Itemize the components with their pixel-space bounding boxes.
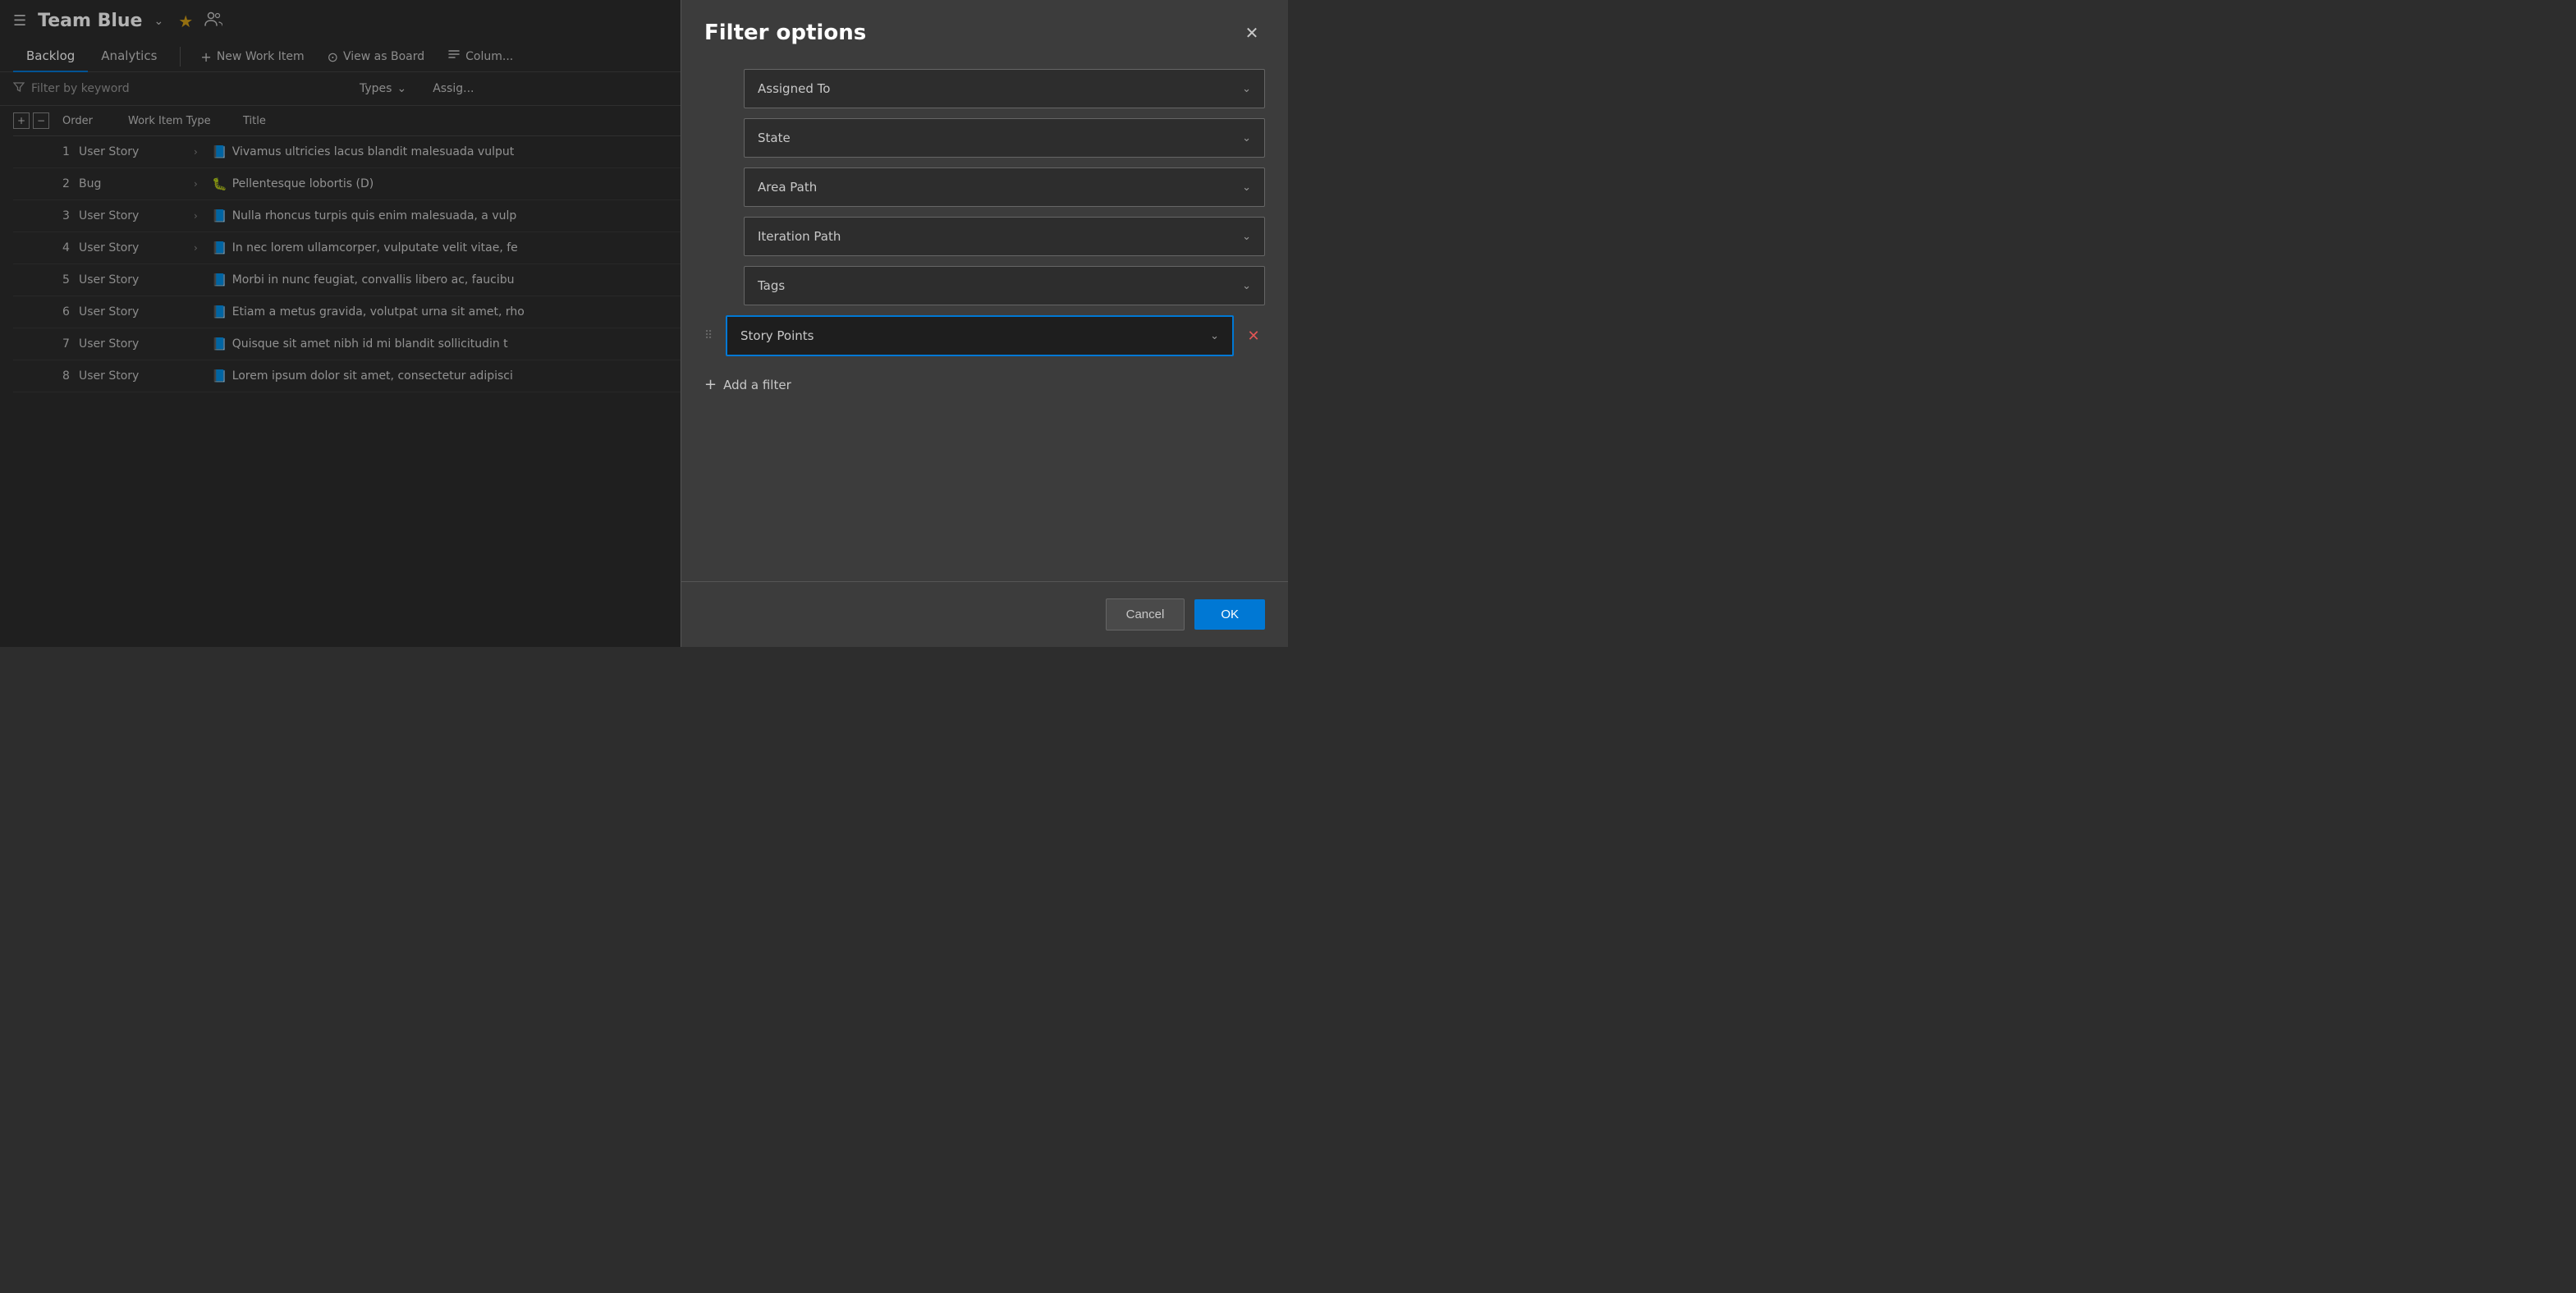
tags-dropdown[interactable]: Tags ⌄ [744,266,1265,305]
iteration-path-chevron-icon: ⌄ [1242,231,1251,243]
story-points-chevron-icon: ⌄ [1210,330,1219,342]
drag-handle-icon[interactable]: ⠿ [704,329,717,342]
assigned-to-chevron-icon: ⌄ [1242,83,1251,95]
story-points-filter-field: ⠿ Story Points ⌄ ✕ [704,315,1265,356]
iteration-path-dropdown[interactable]: Iteration Path ⌄ [744,217,1265,256]
add-filter-button[interactable]: + Add a filter [704,366,1265,403]
assigned-to-dropdown[interactable]: Assigned To ⌄ [744,69,1265,108]
remove-story-points-button[interactable]: ✕ [1242,324,1265,347]
dialog-footer: Cancel OK [681,581,1288,647]
close-dialog-button[interactable]: ✕ [1239,20,1265,46]
area-path-chevron-icon: ⌄ [1242,181,1251,194]
area-path-filter-field: Area Path ⌄ [704,167,1265,207]
state-filter-field: State ⌄ [704,118,1265,158]
filter-options-dialog: Filter options ✕ Assigned To ⌄ State ⌄ [681,0,1288,647]
state-chevron-icon: ⌄ [1242,132,1251,144]
dialog-title: Filter options [704,21,866,45]
dialog-header: Filter options ✕ [681,0,1288,62]
cancel-button[interactable]: Cancel [1106,598,1185,630]
assigned-to-filter-field: Assigned To ⌄ [704,69,1265,108]
area-path-dropdown[interactable]: Area Path ⌄ [744,167,1265,207]
tags-chevron-icon: ⌄ [1242,280,1251,292]
ok-button[interactable]: OK [1194,599,1265,630]
dialog-body: Assigned To ⌄ State ⌄ Area Path ⌄ Iterat… [681,62,1288,581]
add-filter-plus-icon: + [704,376,717,393]
iteration-path-filter-field: Iteration Path ⌄ [704,217,1265,256]
tags-filter-field: Tags ⌄ [704,266,1265,305]
state-dropdown[interactable]: State ⌄ [744,118,1265,158]
story-points-dropdown[interactable]: Story Points ⌄ [726,315,1234,356]
